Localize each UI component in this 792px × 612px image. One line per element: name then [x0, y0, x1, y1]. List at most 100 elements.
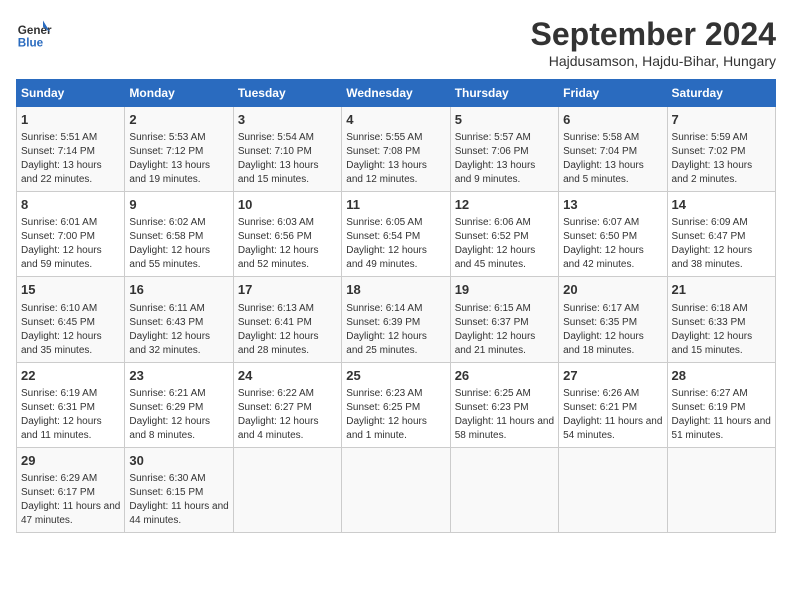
day-info: Sunrise: 5:58 AMSunset: 7:04 PMDaylight:… [563, 131, 662, 187]
day-number: 25 [346, 367, 445, 385]
day-number: 29 [21, 452, 120, 470]
day-info: Sunrise: 6:30 AMSunset: 6:15 PMDaylight:… [129, 472, 228, 528]
calendar-cell: 25 Sunrise: 6:23 AMSunset: 6:25 PMDayligh… [342, 362, 450, 447]
day-info: Sunrise: 6:14 AMSunset: 6:39 PMDaylight:… [346, 302, 445, 358]
day-info: Sunrise: 6:01 AMSunset: 7:00 PMDaylight:… [21, 216, 120, 272]
calendar-week-row: 8Sunrise: 6:01 AMSunset: 7:00 PMDaylight… [17, 192, 776, 277]
svg-text:General: General [18, 24, 52, 37]
weekday-header-sunday: Sunday [17, 80, 125, 107]
calendar-week-row: 22 Sunrise: 6:19 AMSunset: 6:31 PMDayligh… [17, 362, 776, 447]
day-number: 15 [21, 281, 120, 299]
day-info: Sunrise: 6:10 AMSunset: 6:45 PMDaylight:… [21, 302, 120, 358]
calendar-table: SundayMondayTuesdayWednesdayThursdayFrid… [16, 79, 776, 533]
day-number: 26 [455, 367, 554, 385]
weekday-header-row: SundayMondayTuesdayWednesdayThursdayFrid… [17, 80, 776, 107]
day-info: Sunrise: 6:13 AMSunset: 6:41 PMDaylight:… [238, 302, 337, 358]
calendar-cell: 20Sunrise: 6:17 AMSunset: 6:35 PMDayligh… [559, 277, 667, 362]
day-number: 13 [563, 196, 662, 214]
calendar-container: General Blue September 2024 Hajdusamson,… [16, 16, 776, 533]
weekday-header-friday: Friday [559, 80, 667, 107]
day-info: Sunrise: 6:15 AMSunset: 6:37 PMDaylight:… [455, 302, 554, 358]
day-number: 6 [563, 111, 662, 129]
calendar-body: 1Sunrise: 5:51 AMSunset: 7:14 PMDaylight… [17, 107, 776, 533]
day-number: 12 [455, 196, 554, 214]
day-info: Sunrise: 5:59 AMSunset: 7:02 PMDaylight:… [672, 131, 771, 187]
calendar-cell: 19 Sunrise: 6:15 AMSunset: 6:37 PMDayligh… [450, 277, 558, 362]
calendar-cell: 5 Sunrise: 5:57 AMSunset: 7:06 PMDaylight… [450, 107, 558, 192]
day-info: Sunrise: 6:27 AMSunset: 6:19 PMDaylight:… [672, 387, 771, 443]
day-info: Sunrise: 6:23 AMSunset: 6:25 PMDaylight:… [346, 387, 445, 443]
month-title: September 2024 [531, 16, 776, 53]
calendar-cell [342, 447, 450, 532]
day-number: 9 [129, 196, 228, 214]
day-info: Sunrise: 6:22 AMSunset: 6:27 PMDaylight:… [238, 387, 337, 443]
day-info: Sunrise: 6:26 AMSunset: 6:21 PMDaylight:… [563, 387, 662, 443]
calendar-cell [667, 447, 775, 532]
day-number: 17 [238, 281, 337, 299]
day-number: 21 [672, 281, 771, 299]
calendar-week-row: 1Sunrise: 5:51 AMSunset: 7:14 PMDaylight… [17, 107, 776, 192]
day-info: Sunrise: 6:19 AMSunset: 6:31 PMDaylight:… [21, 387, 120, 443]
svg-text:Blue: Blue [18, 37, 44, 50]
calendar-cell: 14Sunrise: 6:09 AMSunset: 6:47 PMDayligh… [667, 192, 775, 277]
day-number: 5 [455, 111, 554, 129]
day-info: Sunrise: 6:11 AMSunset: 6:43 PMDaylight:… [129, 302, 228, 358]
calendar-cell: 21 Sunrise: 6:18 AMSunset: 6:33 PMDayligh… [667, 277, 775, 362]
day-number: 4 [346, 111, 445, 129]
day-number: 11 [346, 196, 445, 214]
day-info: Sunrise: 6:05 AMSunset: 6:54 PMDaylight:… [346, 216, 445, 272]
day-info: Sunrise: 6:29 AMSunset: 6:17 PMDaylight:… [21, 472, 120, 528]
calendar-cell: 13 Sunrise: 6:07 AMSunset: 6:50 PMDayligh… [559, 192, 667, 277]
header: General Blue September 2024 Hajdusamson,… [16, 16, 776, 69]
weekday-header-thursday: Thursday [450, 80, 558, 107]
day-info: Sunrise: 6:18 AMSunset: 6:33 PMDaylight:… [672, 302, 771, 358]
calendar-cell: 11 Sunrise: 6:05 AMSunset: 6:54 PMDayligh… [342, 192, 450, 277]
day-info: Sunrise: 6:06 AMSunset: 6:52 PMDaylight:… [455, 216, 554, 272]
calendar-cell: 4 Sunrise: 5:55 AMSunset: 7:08 PMDaylight… [342, 107, 450, 192]
day-info: Sunrise: 5:54 AMSunset: 7:10 PMDaylight:… [238, 131, 337, 187]
calendar-cell: 8Sunrise: 6:01 AMSunset: 7:00 PMDaylight… [17, 192, 125, 277]
day-number: 7 [672, 111, 771, 129]
day-number: 14 [672, 196, 771, 214]
logo-icon: General Blue [16, 16, 52, 52]
calendar-cell: 12 Sunrise: 6:06 AMSunset: 6:52 PMDayligh… [450, 192, 558, 277]
calendar-cell: 22 Sunrise: 6:19 AMSunset: 6:31 PMDayligh… [17, 362, 125, 447]
calendar-header: SundayMondayTuesdayWednesdayThursdayFrid… [17, 80, 776, 107]
day-number: 10 [238, 196, 337, 214]
day-number: 20 [563, 281, 662, 299]
title-block: September 2024 Hajdusamson, Hajdu-Bihar,… [531, 16, 776, 69]
day-number: 18 [346, 281, 445, 299]
calendar-cell: 17 Sunrise: 6:13 AMSunset: 6:41 PMDayligh… [233, 277, 341, 362]
calendar-cell: 27 Sunrise: 6:26 AMSunset: 6:21 PMDayligh… [559, 362, 667, 447]
weekday-header-monday: Monday [125, 80, 233, 107]
calendar-cell: 24 Sunrise: 6:22 AMSunset: 6:27 PMDayligh… [233, 362, 341, 447]
day-info: Sunrise: 5:55 AMSunset: 7:08 PMDaylight:… [346, 131, 445, 187]
day-info: Sunrise: 5:57 AMSunset: 7:06 PMDaylight:… [455, 131, 554, 187]
day-info: Sunrise: 6:25 AMSunset: 6:23 PMDaylight:… [455, 387, 554, 443]
day-number: 30 [129, 452, 228, 470]
calendar-cell: 7 Sunrise: 5:59 AMSunset: 7:02 PMDaylight… [667, 107, 775, 192]
logo: General Blue [16, 16, 52, 52]
day-info: Sunrise: 6:07 AMSunset: 6:50 PMDaylight:… [563, 216, 662, 272]
calendar-cell [450, 447, 558, 532]
day-number: 22 [21, 367, 120, 385]
calendar-cell: 16Sunrise: 6:11 AMSunset: 6:43 PMDayligh… [125, 277, 233, 362]
calendar-cell: 18 Sunrise: 6:14 AMSunset: 6:39 PMDayligh… [342, 277, 450, 362]
day-number: 28 [672, 367, 771, 385]
day-number: 24 [238, 367, 337, 385]
weekday-header-tuesday: Tuesday [233, 80, 341, 107]
day-number: 27 [563, 367, 662, 385]
calendar-cell: 9Sunrise: 6:02 AMSunset: 6:58 PMDaylight… [125, 192, 233, 277]
weekday-header-wednesday: Wednesday [342, 80, 450, 107]
day-number: 23 [129, 367, 228, 385]
day-number: 1 [21, 111, 120, 129]
calendar-cell [233, 447, 341, 532]
calendar-cell: 29 Sunrise: 6:29 AMSunset: 6:17 PMDayligh… [17, 447, 125, 532]
weekday-header-saturday: Saturday [667, 80, 775, 107]
calendar-cell: 1Sunrise: 5:51 AMSunset: 7:14 PMDaylight… [17, 107, 125, 192]
day-number: 19 [455, 281, 554, 299]
calendar-cell: 6 Sunrise: 5:58 AMSunset: 7:04 PMDaylight… [559, 107, 667, 192]
calendar-cell: 15 Sunrise: 6:10 AMSunset: 6:45 PMDayligh… [17, 277, 125, 362]
calendar-cell: 30 Sunrise: 6:30 AMSunset: 6:15 PMDayligh… [125, 447, 233, 532]
calendar-cell: 3Sunrise: 5:54 AMSunset: 7:10 PMDaylight… [233, 107, 341, 192]
